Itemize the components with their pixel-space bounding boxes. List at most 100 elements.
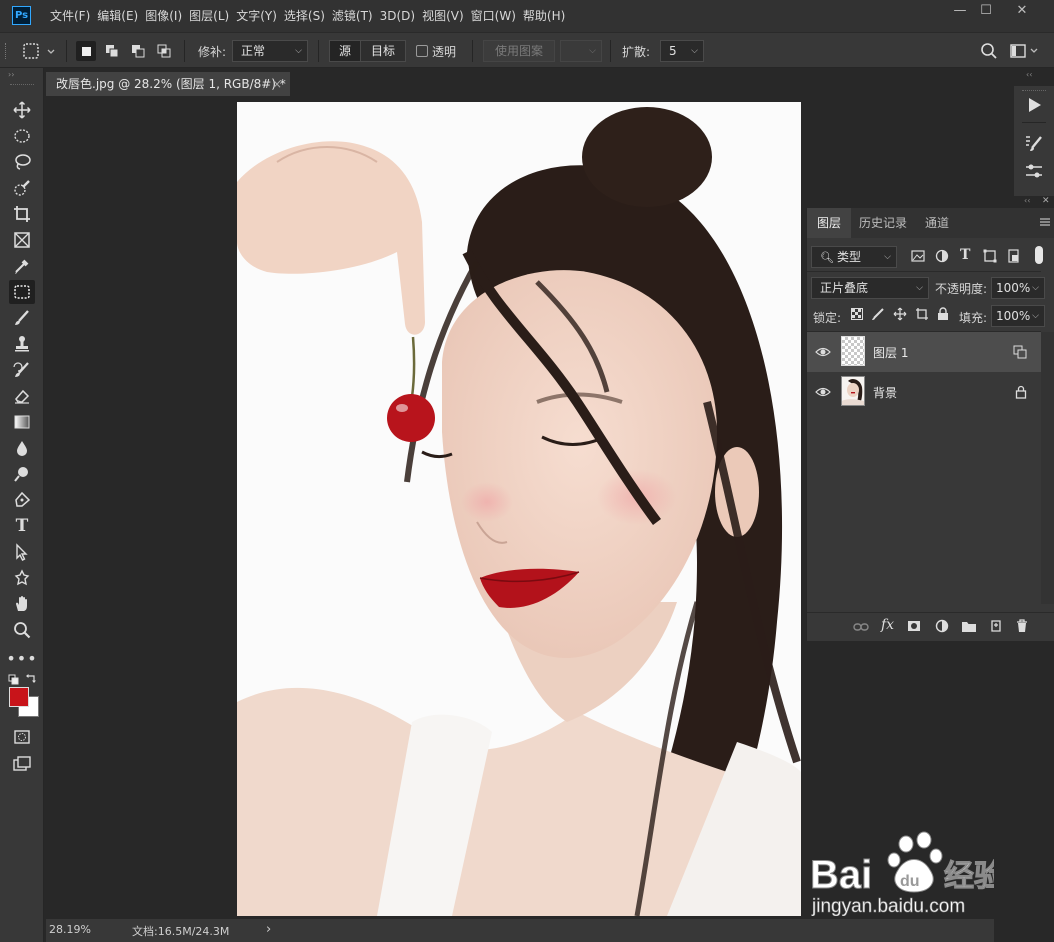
brush-icon[interactable]: [9, 306, 35, 330]
menu-filter[interactable]: 滤镜(T): [332, 0, 380, 32]
menu-type[interactable]: 文字(Y): [236, 0, 284, 32]
menu-layer[interactable]: 图层(L): [189, 0, 236, 32]
filter-smart-object-icon[interactable]: [1007, 249, 1021, 263]
lasso-icon[interactable]: [9, 150, 35, 174]
menu-3d[interactable]: 3D(D): [380, 0, 422, 32]
crop-icon[interactable]: [9, 202, 35, 226]
panel-grip[interactable]: [10, 84, 34, 88]
close-tab-icon[interactable]: ×: [272, 72, 282, 96]
filter-shape-icon[interactable]: [983, 249, 997, 263]
link-layers-icon[interactable]: [853, 620, 869, 634]
eyedropper-icon[interactable]: [9, 254, 35, 278]
close-panel-icon[interactable]: ✕: [1042, 196, 1050, 206]
source-button[interactable]: 源: [329, 40, 361, 62]
swap-colors-icon[interactable]: [25, 672, 37, 684]
screen-mode-icon[interactable]: [9, 752, 35, 776]
layer-row[interactable]: 背景: [807, 372, 1041, 412]
fx-icon[interactable]: fx: [881, 617, 894, 633]
menu-edit[interactable]: 编辑(E): [97, 0, 145, 32]
patch-tool-icon[interactable]: [9, 280, 35, 304]
add-selection-button[interactable]: [102, 41, 122, 61]
history-brush-icon[interactable]: [9, 358, 35, 382]
patch-tool-preset-icon[interactable]: [22, 41, 56, 61]
tab-channels[interactable]: 通道: [915, 208, 959, 238]
blur-icon[interactable]: [9, 436, 35, 460]
visibility-eye-icon[interactable]: [815, 384, 831, 400]
marquee-icon[interactable]: [9, 124, 35, 148]
opacity-input[interactable]: 100% ⌵: [991, 277, 1045, 299]
filter-type-icon[interactable]: T: [960, 247, 970, 263]
transparent-checkbox[interactable]: [416, 45, 428, 57]
filter-toggle-switch[interactable]: [1035, 246, 1043, 264]
close-window-button[interactable]: ✕: [1006, 0, 1038, 24]
menu-help[interactable]: 帮助(H): [523, 0, 572, 32]
zoom-level[interactable]: 28.19%: [49, 923, 91, 936]
fill-input[interactable]: 100% ⌵: [991, 305, 1045, 327]
panel-menu-icon[interactable]: [1039, 216, 1051, 228]
pattern-picker[interactable]: ⌵: [560, 40, 602, 62]
patch-mode-dropdown[interactable]: 正常 ⌵: [232, 40, 308, 62]
layer-name[interactable]: 背景: [873, 384, 897, 401]
quick-mask-icon[interactable]: [9, 725, 35, 749]
zoom-icon[interactable]: [9, 618, 35, 642]
panel-grip[interactable]: [1022, 90, 1046, 94]
use-pattern-button[interactable]: 使用图案: [483, 40, 555, 62]
filter-pixel-icon[interactable]: [911, 249, 925, 263]
filter-adjustment-icon[interactable]: [935, 249, 949, 263]
workspace-icon[interactable]: [1010, 43, 1040, 59]
blend-mode-dropdown[interactable]: 正片叠底 ⌵: [811, 277, 929, 299]
new-layer-icon[interactable]: [989, 619, 1003, 633]
brush-settings-icon[interactable]: [1024, 134, 1044, 152]
menu-file[interactable]: 文件(F): [50, 0, 97, 32]
path-select-icon[interactable]: [9, 540, 35, 564]
type-icon[interactable]: T: [9, 514, 35, 538]
document-image[interactable]: Bai: [237, 102, 801, 916]
subtract-selection-button[interactable]: [128, 41, 148, 61]
add-mask-icon[interactable]: [907, 619, 921, 633]
visibility-eye-icon[interactable]: [815, 344, 831, 360]
status-menu-arrow-icon[interactable]: ›: [266, 922, 271, 937]
more-icon[interactable]: •••: [6, 646, 36, 670]
delete-layer-icon[interactable]: [1015, 618, 1029, 633]
play-actions-icon[interactable]: [1025, 96, 1043, 114]
layer-name[interactable]: 图层 1: [873, 344, 908, 361]
layers-scrollbar[interactable]: [1041, 332, 1054, 604]
hand-icon[interactable]: [9, 592, 35, 616]
search-icon[interactable]: [980, 42, 998, 60]
stamp-icon[interactable]: [9, 332, 35, 356]
new-selection-button[interactable]: [76, 41, 96, 61]
maximize-button[interactable]: ☐: [970, 0, 1002, 24]
collapse-arrows-icon[interactable]: ‹‹: [1026, 70, 1032, 79]
pen-icon[interactable]: [9, 488, 35, 512]
move-icon[interactable]: [9, 98, 35, 122]
grip-handle[interactable]: [5, 43, 9, 59]
foreground-color-swatch[interactable]: [9, 687, 29, 707]
tab-history[interactable]: 历史记录: [849, 208, 917, 238]
collapse-arrows-icon[interactable]: ‹‹: [1024, 196, 1030, 205]
lock-pixels-icon[interactable]: [871, 307, 885, 321]
lock-transparent-icon[interactable]: [851, 308, 863, 320]
menu-view[interactable]: 视图(V): [422, 0, 471, 32]
document-tab[interactable]: 改唇色.jpg @ 28.2% (图层 1, RGB/8#) * ×: [46, 72, 290, 96]
default-colors-icon[interactable]: [8, 674, 20, 686]
lock-position-icon[interactable]: [893, 307, 907, 321]
intersect-selection-button[interactable]: [154, 41, 174, 61]
dodge-icon[interactable]: [9, 462, 35, 486]
expand-dropdown[interactable]: 5 ⌵: [660, 40, 704, 62]
quick-select-icon[interactable]: [9, 176, 35, 200]
menu-window[interactable]: 窗口(W): [471, 0, 523, 32]
collapse-arrows-icon[interactable]: ››: [8, 70, 14, 79]
menu-select[interactable]: 选择(S): [284, 0, 332, 32]
lock-artboard-icon[interactable]: [915, 307, 929, 321]
layer-filter-dropdown[interactable]: 🔍︎ 类型 ⌵: [811, 246, 897, 268]
layer-row[interactable]: 图层 1: [807, 332, 1041, 372]
tab-layers[interactable]: 图层: [807, 208, 852, 238]
shape-icon[interactable]: [9, 566, 35, 590]
adjustments-sliders-icon[interactable]: [1024, 162, 1044, 180]
gradient-icon[interactable]: [9, 410, 35, 434]
frame-icon[interactable]: [9, 228, 35, 252]
lock-all-icon[interactable]: [937, 307, 949, 321]
eraser-icon[interactable]: [9, 384, 35, 408]
target-button[interactable]: 目标: [360, 40, 406, 62]
new-adjustment-icon[interactable]: [935, 619, 949, 633]
